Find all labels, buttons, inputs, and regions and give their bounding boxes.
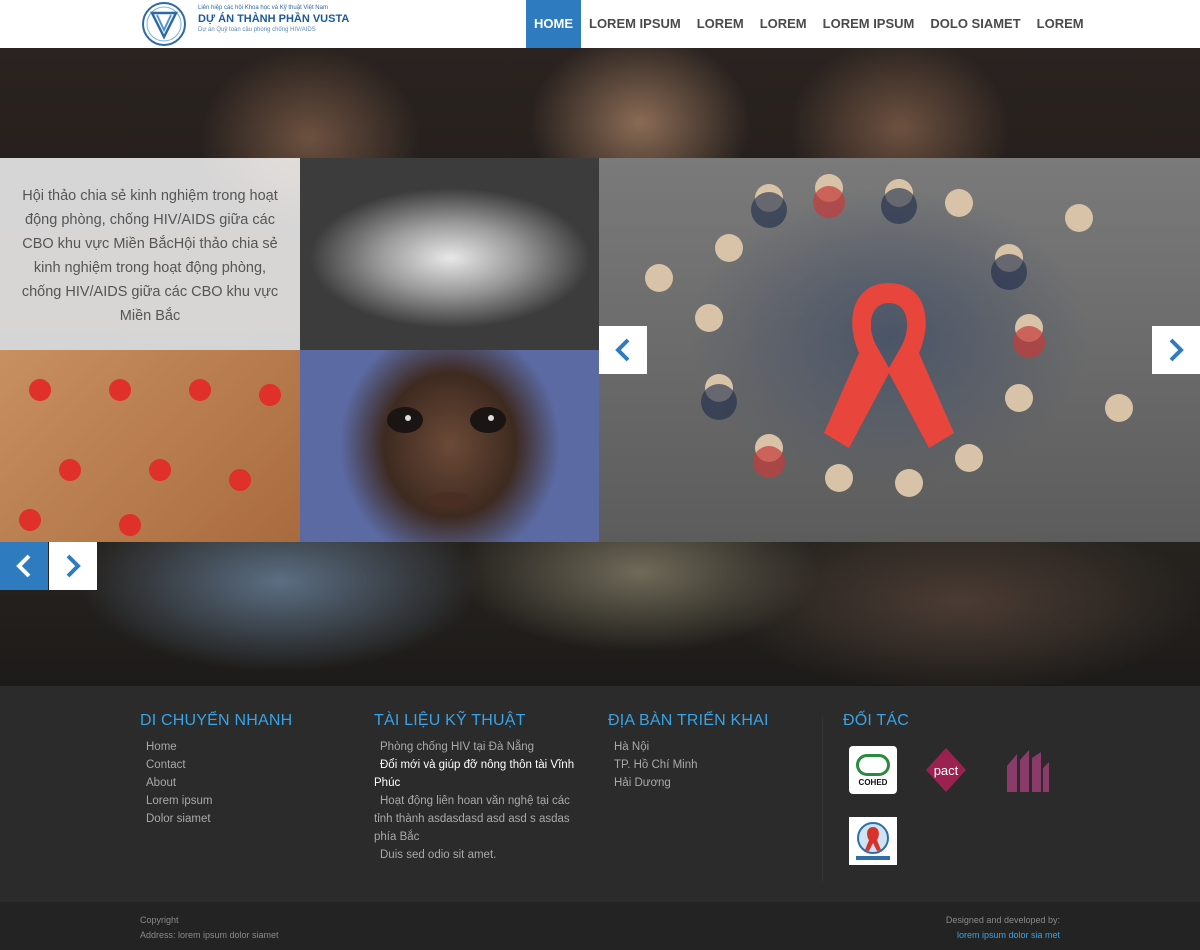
footer-location-hanoi[interactable]: Hà Nội [608, 738, 808, 756]
cohed-link-icon [856, 753, 890, 776]
hero-image-ribbon-cookies[interactable] [0, 350, 300, 542]
site-footer: DI CHUYỂN NHANH Home Contact About Lorem… [0, 686, 1200, 902]
partner-logo-isds[interactable] [1003, 746, 1051, 794]
nav-item-dolo-siamet[interactable]: DOLO SIAMET [922, 0, 1028, 48]
bottom-bar: Copyright Address: lorem ipsum dolor sia… [0, 902, 1200, 950]
logo-line-1: Liên hiệp các hội Khoa học và Kỹ thuật V… [198, 5, 328, 11]
footer-heading-partners: ĐỐI TÁC [843, 712, 910, 729]
footer-doc-item[interactable]: Duis sed odio sit amet. [374, 846, 586, 864]
vusta-logo-icon [142, 2, 186, 46]
footer-doc-item[interactable]: Phòng chống HIV tại Đà Nẵng [374, 738, 586, 756]
footer-partners: ĐỐI TÁC [843, 712, 1063, 738]
svg-text:pact: pact [934, 763, 959, 778]
hero-caption: Hội thảo chia sẻ kinh nghiệm trong hoạt … [21, 188, 279, 324]
hero-slider: Hội thảo chia sẻ kinh nghiệm trong hoạt … [0, 48, 1200, 686]
nav-item-lorem-ipsum-2[interactable]: LOREM IPSUM [815, 0, 923, 48]
hero-image-hands[interactable] [300, 158, 599, 350]
hero-background-hands [0, 542, 1200, 686]
main-slider-next-button[interactable] [1152, 326, 1200, 374]
main-slider-prev-button[interactable] [599, 326, 647, 374]
hero-caption-tile: Hội thảo chia sẻ kinh nghiệm trong hoạt … [0, 158, 300, 350]
nav-item-lorem-3[interactable]: LOREM [1029, 0, 1092, 48]
developer-link[interactable]: lorem ipsum dolor sia met [946, 928, 1060, 943]
footer-divider [822, 716, 823, 881]
footer-heading-locations: ĐỊA BÀN TRIỂN KHAI [608, 712, 769, 729]
isds-logo-icon [1007, 750, 1049, 792]
child-face-illustration [387, 407, 506, 508]
chevron-right-icon [66, 554, 81, 578]
footer-technical-docs: TÀI LIỆU KỸ THUẬT Phòng chống HIV tại Đà… [374, 712, 586, 864]
chevron-left-icon [16, 554, 31, 578]
footer-location-hcmc[interactable]: TP. Hồ Chí Minh [608, 756, 808, 774]
hero-image-child[interactable] [300, 350, 599, 542]
footer-doc-item-highlighted[interactable]: Đổi mới và giúp đỡ nông thôn tài Vĩnh Ph… [374, 756, 586, 792]
nav-item-lorem-ipsum[interactable]: LOREM IPSUM [581, 0, 689, 48]
footer-link-lorem-ipsum[interactable]: Lorem ipsum [140, 792, 350, 810]
footer-location-haiduong[interactable]: Hải Dương [608, 774, 808, 792]
chevron-right-icon [1169, 338, 1184, 362]
footer-link-home[interactable]: Home [140, 738, 350, 756]
nav-item-home[interactable]: HOME [526, 0, 581, 48]
footer-link-dolor-siamet[interactable]: Dolor siamet [140, 810, 350, 828]
footer-link-about[interactable]: About [140, 774, 350, 792]
footer-locations: ĐỊA BÀN TRIỂN KHAI Hà Nội TP. Hồ Chí Min… [608, 712, 808, 792]
footer-link-contact[interactable]: Contact [140, 756, 350, 774]
site-header: Liên hiệp các hội Khoa học và Kỹ thuật V… [0, 0, 1200, 48]
site-logo[interactable]: Liên hiệp các hội Khoa học và Kỹ thuật V… [140, 0, 350, 48]
gallery-next-button[interactable] [49, 542, 97, 590]
address-text: Address: lorem ipsum dolor siamet [140, 930, 279, 940]
partner-logo-global-fund[interactable] [849, 817, 897, 865]
logo-line-2: DỰ ÁN THÀNH PHẦN VUSTA [198, 13, 350, 25]
partner-logo-cohed[interactable]: COHED [849, 746, 897, 794]
copyright-text: Copyright [140, 915, 179, 925]
global-fund-ribbon-icon [856, 822, 890, 860]
nav-item-lorem[interactable]: LOREM [689, 0, 752, 48]
footer-quick-links: DI CHUYỂN NHANH Home Contact About Lorem… [140, 712, 350, 828]
partner-logo-pact[interactable]: pact [922, 746, 970, 794]
nav-item-lorem-2[interactable]: LOREM [752, 0, 815, 48]
main-nav: HOME LOREM IPSUM LOREM LOREM LOREM IPSUM… [526, 0, 1092, 48]
pact-logo-icon: pact [926, 748, 966, 792]
designed-by-label: Designed and developed by: [945, 915, 1060, 925]
footer-heading-quick-links: DI CHUYỂN NHANH [140, 712, 293, 729]
logo-line-3: Dự án Quỹ toàn cầu phòng chống HIV/AIDS [198, 27, 316, 33]
footer-heading-technical-docs: TÀI LIỆU KỸ THUẬT [374, 712, 526, 729]
hero-main-image[interactable] [599, 158, 1200, 542]
red-ribbon-icon [824, 283, 954, 448]
gallery-prev-button[interactable] [0, 542, 48, 590]
chevron-left-icon [615, 338, 630, 362]
footer-doc-item[interactable]: Hoạt động liên hoan văn nghệ tại các tỉn… [374, 792, 586, 846]
